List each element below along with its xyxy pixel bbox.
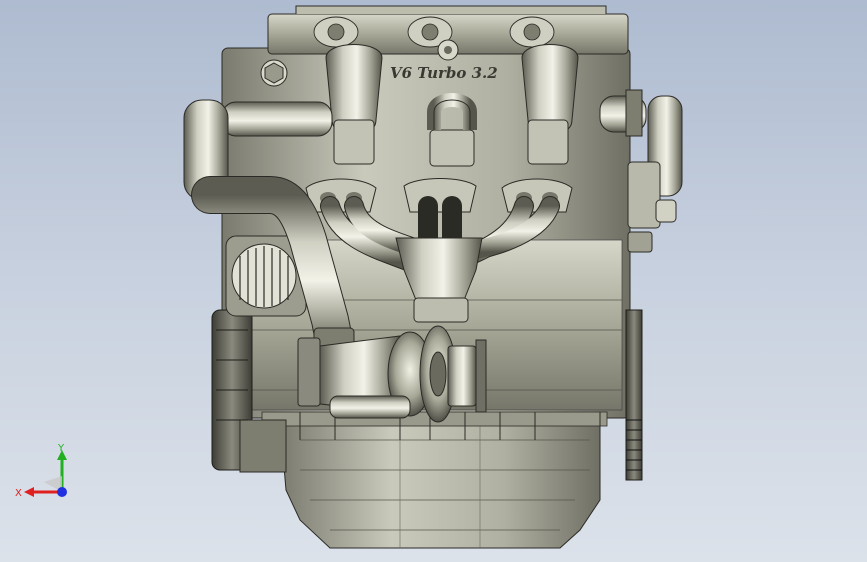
x-axis-label: X	[15, 488, 22, 499]
engraving-text: V6 Turbo 3.2	[390, 64, 498, 82]
graphics-viewport[interactable]: V6 Turbo 3.2 Y X	[0, 0, 867, 562]
y-axis-label: Y	[57, 443, 65, 454]
right-pulley	[625, 309, 643, 481]
oil-pan	[279, 419, 601, 549]
x-axis-arrow-icon	[24, 487, 34, 497]
oil-filler-cap	[260, 59, 288, 87]
engine-model[interactable]: V6 Turbo 3.2	[0, 0, 867, 562]
z-axis-dot-icon	[57, 487, 67, 497]
view-orientation-triad: Y X	[15, 443, 67, 499]
